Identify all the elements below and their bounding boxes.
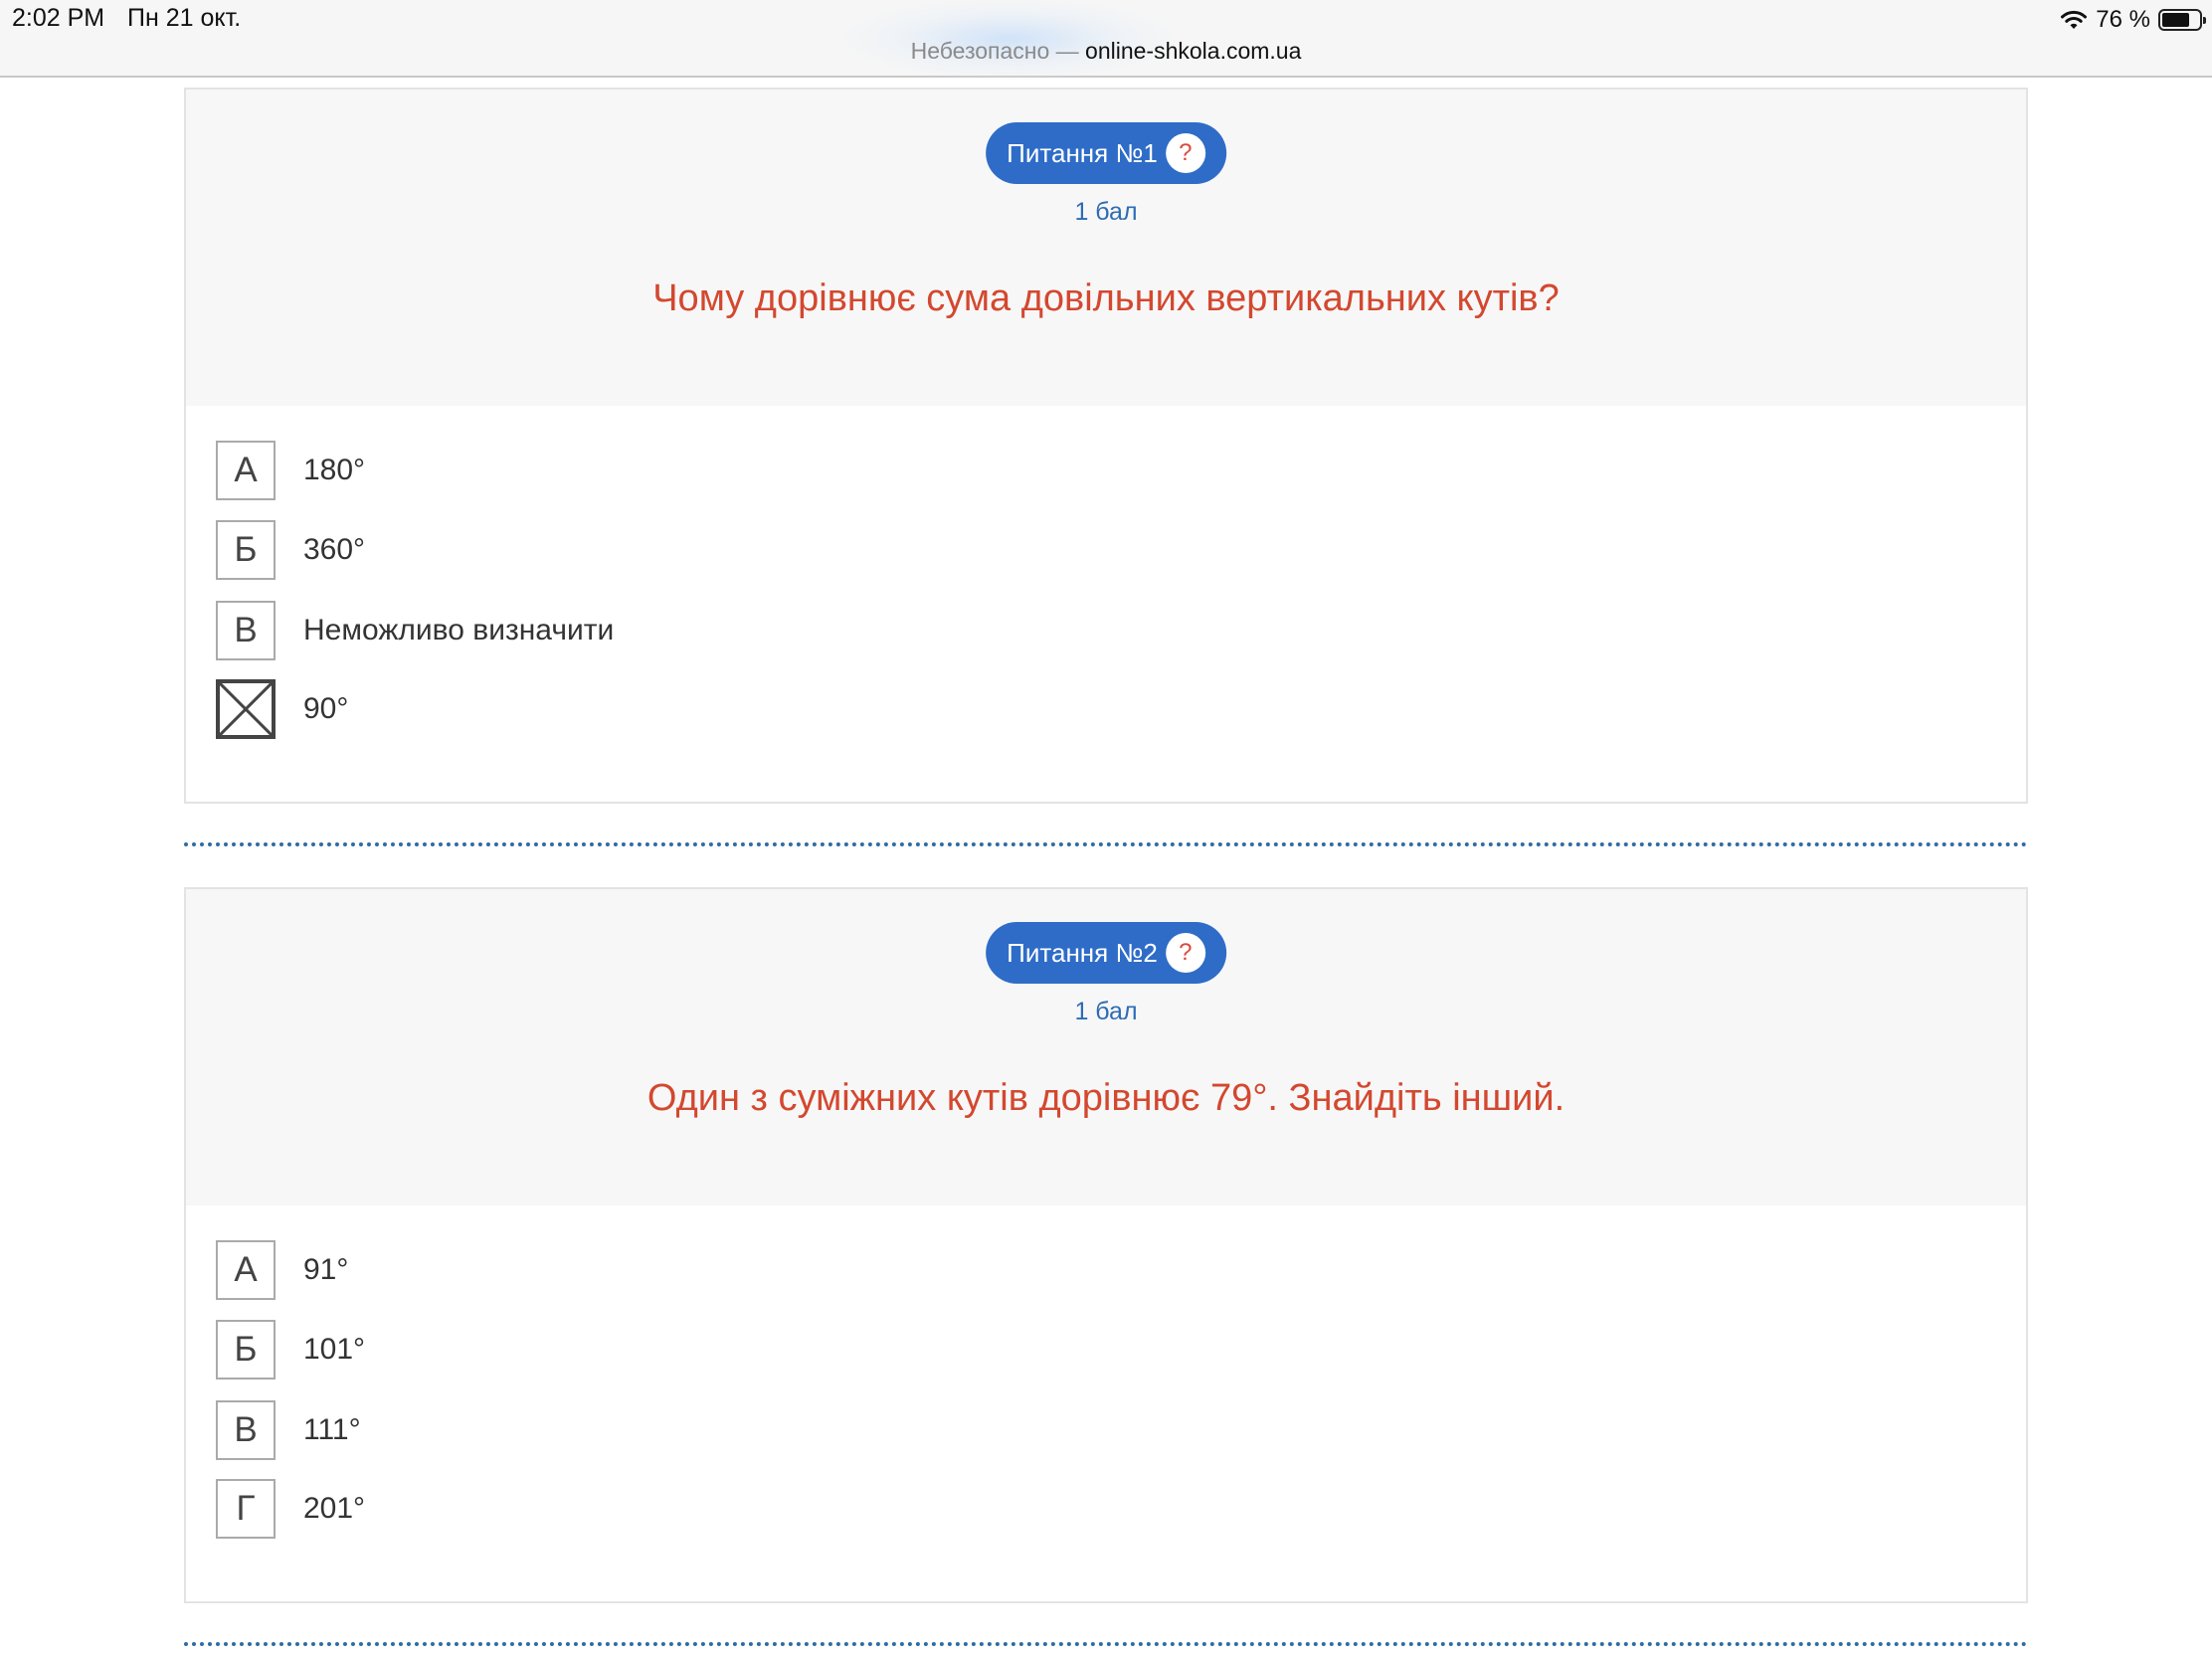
answer-text: 360° <box>303 533 366 566</box>
checked-checkbox-icon[interactable] <box>216 679 276 739</box>
answer-text: 101° <box>303 1333 366 1366</box>
question-header: Питання №1 ? 1 бал Чому дорівнює сума до… <box>186 90 2026 406</box>
question-number-label: Питання №1 <box>1007 137 1158 168</box>
answer-option-b[interactable]: Б 360° <box>216 520 365 580</box>
insecure-label: Небезопасно <box>910 38 1050 64</box>
answer-checkbox[interactable]: Б <box>216 1320 276 1380</box>
question-card: Питання №1 ? 1 бал Чому дорівнює сума до… <box>184 88 2028 804</box>
answer-checkbox[interactable]: А <box>216 1240 276 1300</box>
answer-checkbox[interactable]: В <box>216 1400 276 1460</box>
question-points: 1 бал <box>1074 198 1138 226</box>
answer-checkbox[interactable]: В <box>216 601 276 660</box>
battery-nub <box>2203 17 2206 24</box>
answer-option-g[interactable]: Г 201° <box>216 1479 365 1539</box>
answer-option-a[interactable]: А 91° <box>216 1240 348 1300</box>
status-time: 2:02 PM <box>12 4 105 32</box>
question-text: Один з суміжних кутів дорівнює 79°. Знай… <box>646 1077 1566 1119</box>
answer-option-v[interactable]: В Неможливо визначити <box>216 601 614 660</box>
answer-text: 91° <box>303 1253 349 1286</box>
answer-option-b[interactable]: Б 101° <box>216 1320 365 1380</box>
address-separator: — <box>1055 38 1079 64</box>
answer-text: 111° <box>303 1413 361 1446</box>
address-domain: online-shkola.com.ua <box>1085 38 1302 64</box>
help-icon[interactable]: ? <box>1165 933 1205 973</box>
question-number-badge: Питання №2 ? <box>986 922 1226 984</box>
answer-checkbox[interactable]: А <box>216 441 276 500</box>
question-header: Питання №2 ? 1 бал Один з суміжних кутів… <box>186 889 2026 1205</box>
browser-chrome: 2:02 PM Пн 21 окт. 76 % Небезопасно — on… <box>0 0 2212 78</box>
answer-option-a[interactable]: А 180° <box>216 441 365 500</box>
status-date: Пн 21 окт. <box>127 4 242 32</box>
answer-text: Неможливо визначити <box>303 614 615 646</box>
answer-option-g[interactable]: 90° <box>216 679 348 739</box>
question-text: Чому дорівнює сума довільних вертикальни… <box>652 277 1560 319</box>
status-indicators: 76 % <box>2060 4 2206 36</box>
battery-fill <box>2162 13 2190 27</box>
answer-text: 201° <box>303 1492 366 1525</box>
battery-icon <box>2158 9 2206 31</box>
answer-checkbox[interactable]: Г <box>216 1479 276 1539</box>
answer-text: 180° <box>303 454 366 486</box>
address-bar[interactable]: Небезопасно — online-shkola.com.ua <box>0 38 2212 65</box>
question-number-label: Питання №2 <box>1007 937 1158 968</box>
question-number-badge: Питання №1 ? <box>986 122 1226 184</box>
question-card: Питання №2 ? 1 бал Один з суміжних кутів… <box>184 887 2028 1603</box>
answer-checkbox[interactable]: Б <box>216 520 276 580</box>
answer-option-v[interactable]: В 111° <box>216 1400 361 1460</box>
wifi-icon <box>2060 9 2088 31</box>
question-divider <box>184 1642 2028 1646</box>
battery-percent: 76 % <box>2096 6 2150 33</box>
answer-text: 90° <box>303 692 349 725</box>
help-icon[interactable]: ? <box>1165 133 1205 173</box>
question-points: 1 бал <box>1074 998 1138 1025</box>
question-divider <box>184 842 2028 846</box>
